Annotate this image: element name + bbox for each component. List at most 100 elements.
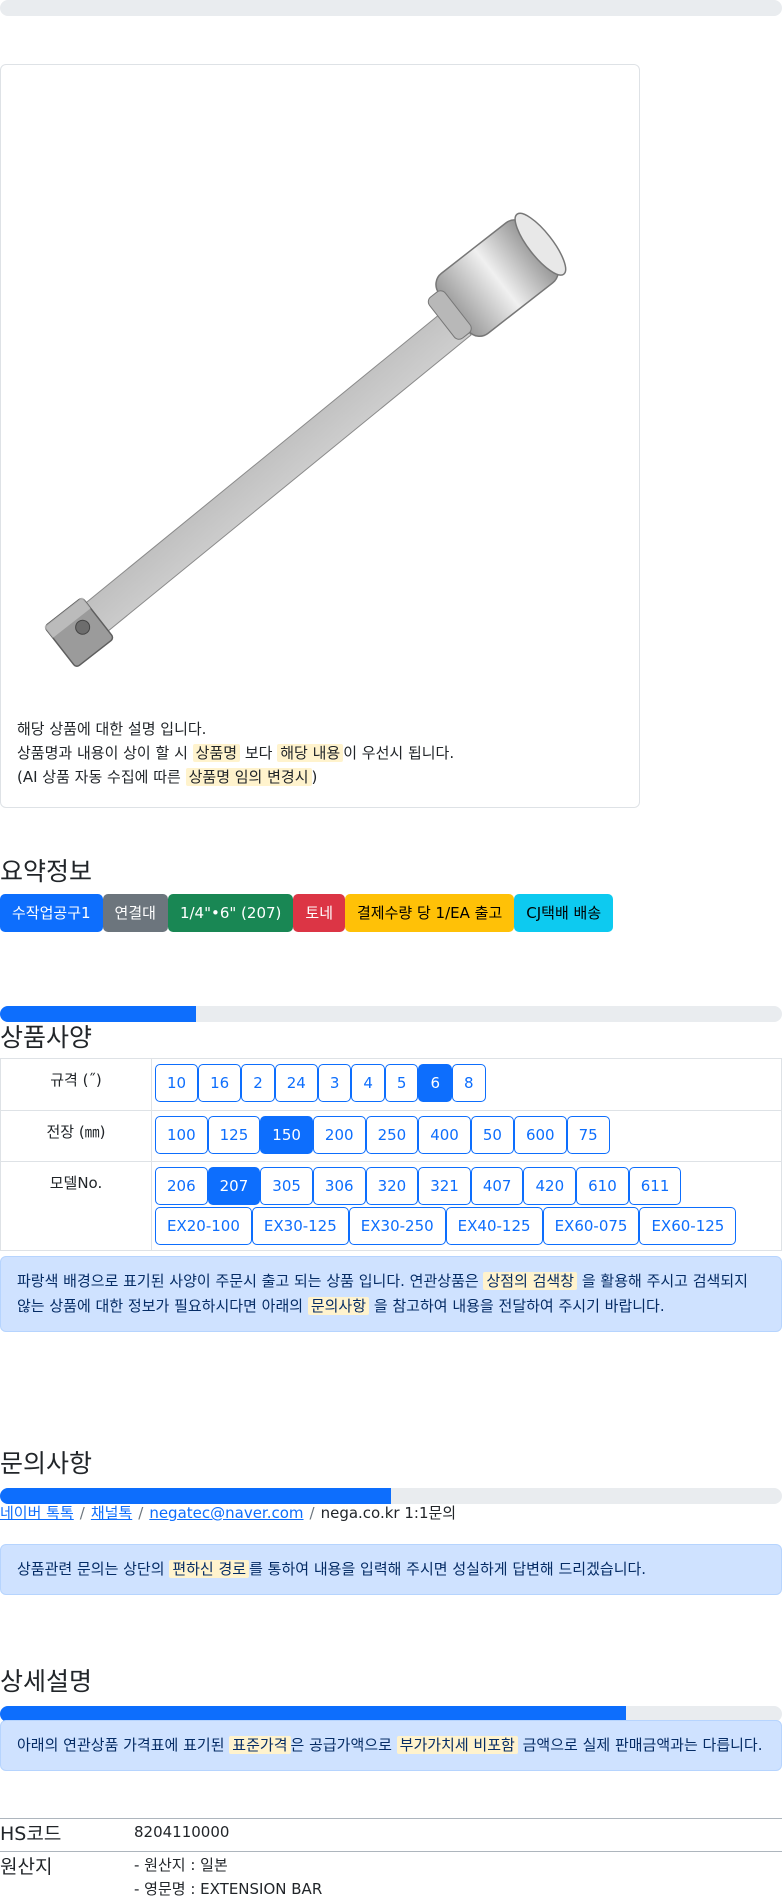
- email-link[interactable]: negatec@naver.com: [149, 1504, 303, 1522]
- inquiry-notice: 상품관련 문의는 상단의 편하신 경로 를 통하여 내용을 입력해 주시면 성실하…: [0, 1544, 782, 1595]
- hs-code-label: HS코드: [0, 1823, 62, 1845]
- summary-title: 요약정보: [0, 857, 93, 886]
- origin-label: 원산지: [0, 1856, 53, 1878]
- desc-text: 보다: [244, 744, 273, 762]
- desc-highlight: 해당 내용: [277, 744, 344, 762]
- notice-text: 은 공급가액으로: [290, 1736, 392, 1754]
- spec-option-button[interactable]: EX60-075: [542, 1207, 640, 1245]
- badge-type: 연결대: [102, 894, 168, 932]
- hs-code-value: 8204110000: [134, 1823, 230, 1841]
- spec-option-button[interactable]: 16: [198, 1064, 242, 1102]
- spec-option-button[interactable]: 306: [312, 1167, 366, 1205]
- spec-option-button[interactable]: 8: [452, 1064, 486, 1102]
- spec-option-button[interactable]: 321: [418, 1167, 471, 1205]
- spec-option-button[interactable]: 5: [384, 1064, 419, 1102]
- notice-text: 을 참고하여 내용을 전달하여 주시기 바랍니다.: [373, 1297, 665, 1315]
- spec-option-button[interactable]: 610: [576, 1167, 629, 1205]
- extension-bar-image: [44, 212, 567, 667]
- spec-option-button[interactable]: 206: [155, 1167, 208, 1205]
- desc-text: 이 우선시 됩니다.: [343, 744, 455, 762]
- spec-option-button[interactable]: 6: [418, 1064, 453, 1102]
- notice-text: 파랑색 배경으로 표기된 사양이 주문시 출고 되는 상품 입니다. 연관상품은: [17, 1272, 479, 1290]
- spec-option-button[interactable]: EX30-125: [251, 1207, 349, 1245]
- contact-links: 네이버 톡톡 / 채널톡 / negatec@naver.com / nega.co.kr …: [0, 1502, 456, 1523]
- desc-line-1: 해당 상품에 대한 설명 입니다.: [17, 720, 207, 738]
- notice-text: 를 통하여 내용을 입력해 주시면 성실하게 답변해 드리겠습니다.: [249, 1560, 647, 1578]
- spec-options: 100 125 150 200 250 400 50 600 75: [151, 1110, 782, 1162]
- notice-text: 금액으로 실제 판매금액과는 다릅니다.: [522, 1736, 763, 1754]
- spec-option-button[interactable]: EX20-100: [155, 1207, 252, 1245]
- spec-option-button[interactable]: 75: [566, 1116, 610, 1154]
- spec-option-button[interactable]: 407: [470, 1167, 524, 1205]
- spec-label: 전장 (㎜): [0, 1110, 152, 1162]
- badge-category: 수작업공구1: [0, 894, 103, 932]
- spec-option-button[interactable]: 10: [155, 1064, 199, 1102]
- spec-option-button[interactable]: 400: [418, 1116, 471, 1154]
- hs-code-row: HS코드 8204110000: [0, 1818, 782, 1851]
- spec-option-button[interactable]: 50: [470, 1116, 514, 1154]
- spec-option-button[interactable]: 600: [513, 1116, 567, 1154]
- desc-line-3: (AI 상품 자동 수집에 따른 상품명 임의 변경시): [17, 765, 454, 789]
- spec-option-button[interactable]: 611: [628, 1167, 682, 1205]
- spec-label: 모델No.: [0, 1161, 152, 1251]
- channel-talk-link[interactable]: 채널톡: [91, 1504, 132, 1522]
- spec-row-model: 모델No. 206 207 305 306 320 321 407 420 610 611 EX20…: [0, 1161, 782, 1251]
- desc-line-2: 상품명과 내용이 상이 할 시 상품명 보다 해당 내용 이 우선시 됩니다.: [17, 741, 454, 765]
- notice-highlight: 편하신 경로: [169, 1560, 250, 1578]
- link-separator: /: [79, 1504, 85, 1522]
- product-description: 해당 상품에 대한 설명 입니다. 상품명과 내용이 상이 할 시 상품명 보다…: [17, 717, 454, 789]
- origin-country: - 원산지 : 일본: [134, 1856, 228, 1874]
- badge-shipping: CJ택배 배송: [514, 894, 614, 932]
- notice-text: 상품관련 문의는 상단의: [17, 1560, 165, 1578]
- spec-option-button[interactable]: EX40-125: [445, 1207, 543, 1245]
- summary-badges: 수작업공구1 연결대 1/4"•6" (207) 토네 결제수량 당 1/EA …: [0, 894, 614, 932]
- notice-highlight: 문의사항: [307, 1297, 370, 1315]
- spec-option-button[interactable]: 2: [241, 1064, 275, 1102]
- spec-option-button[interactable]: 305: [260, 1167, 313, 1205]
- spec-row-size: 규격 (˝) 10 16 2 24 3 4 5 6 8: [0, 1058, 782, 1111]
- spec-option-button[interactable]: 250: [365, 1116, 419, 1154]
- spec-option-button[interactable]: 4: [351, 1064, 385, 1102]
- spec-option-button[interactable]: 3: [317, 1064, 352, 1102]
- badge-quantity: 결제수량 당 1/EA 출고: [345, 894, 515, 932]
- notice-text: 아래의 연관상품 가격표에 표기된: [17, 1736, 225, 1754]
- spec-option-button[interactable]: 125: [207, 1116, 261, 1154]
- badge-size: 1/4"•6" (207): [167, 894, 294, 932]
- desc-highlight: 상품명 임의 변경시: [185, 768, 312, 786]
- notice-highlight: 상점의 검색창: [483, 1272, 578, 1290]
- naver-talk-link[interactable]: 네이버 톡톡: [0, 1504, 74, 1522]
- specs-notice: 파랑색 배경으로 표기된 사양이 주문시 출고 되는 상품 입니다. 연관상품은…: [0, 1256, 782, 1332]
- spec-option-button[interactable]: 100: [155, 1116, 208, 1154]
- origin-row: 원산지 - 원산지 : 일본 - 영문명 : EXTENSION BAR: [0, 1851, 782, 1901]
- website-inquiry: nega.co.kr 1:1문의: [320, 1504, 457, 1522]
- badge-brand: 토네: [293, 894, 345, 932]
- inquiry-title: 문의사항: [0, 1449, 93, 1478]
- spec-option-button[interactable]: 420: [523, 1167, 577, 1205]
- spec-option-button[interactable]: 320: [365, 1167, 419, 1205]
- spec-option-button[interactable]: EX30-250: [348, 1207, 446, 1245]
- notice-highlight: 부가가치세 비포함: [396, 1736, 518, 1754]
- top-progress-bar: [0, 0, 782, 16]
- notice-highlight: 표준가격: [229, 1736, 291, 1754]
- spec-option-button[interactable]: 150: [260, 1116, 313, 1154]
- spec-option-button[interactable]: EX60-125: [639, 1207, 737, 1245]
- spec-table: 규격 (˝) 10 16 2 24 3 4 5 6 8 전장 (㎜) 100 125 150 200 2…: [0, 1058, 782, 1251]
- spec-options: 10 16 2 24 3 4 5 6 8: [151, 1058, 782, 1111]
- spec-option-button[interactable]: 24: [274, 1064, 318, 1102]
- desc-text: 상품명과 내용이 상이 할 시: [17, 744, 188, 762]
- desc-text: ): [311, 768, 318, 786]
- spec-row-length: 전장 (㎜) 100 125 150 200 250 400 50 600 75: [0, 1110, 782, 1162]
- details-title: 상세설명: [0, 1667, 93, 1696]
- spec-option-button[interactable]: 200: [312, 1116, 366, 1154]
- product-card: 해당 상품에 대한 설명 입니다. 상품명과 내용이 상이 할 시 상품명 보다…: [0, 64, 640, 808]
- details-notice: 아래의 연관상품 가격표에 표기된 표준가격 은 공급가액으로 부가가치세 비포함…: [0, 1720, 782, 1771]
- spec-option-button[interactable]: 207: [207, 1167, 261, 1205]
- spec-label: 규격 (˝): [0, 1058, 152, 1111]
- desc-text: (AI 상품 자동 수집에 따른: [17, 768, 181, 786]
- desc-highlight: 상품명: [192, 744, 241, 762]
- specs-title: 상품사양: [0, 1023, 93, 1052]
- spec-options: 206 207 305 306 320 321 407 420 610 611EX20-100 EX…: [151, 1161, 782, 1251]
- link-separator: /: [309, 1504, 315, 1522]
- origin-english-name: - 영문명 : EXTENSION BAR: [134, 1880, 323, 1898]
- link-separator: /: [138, 1504, 144, 1522]
